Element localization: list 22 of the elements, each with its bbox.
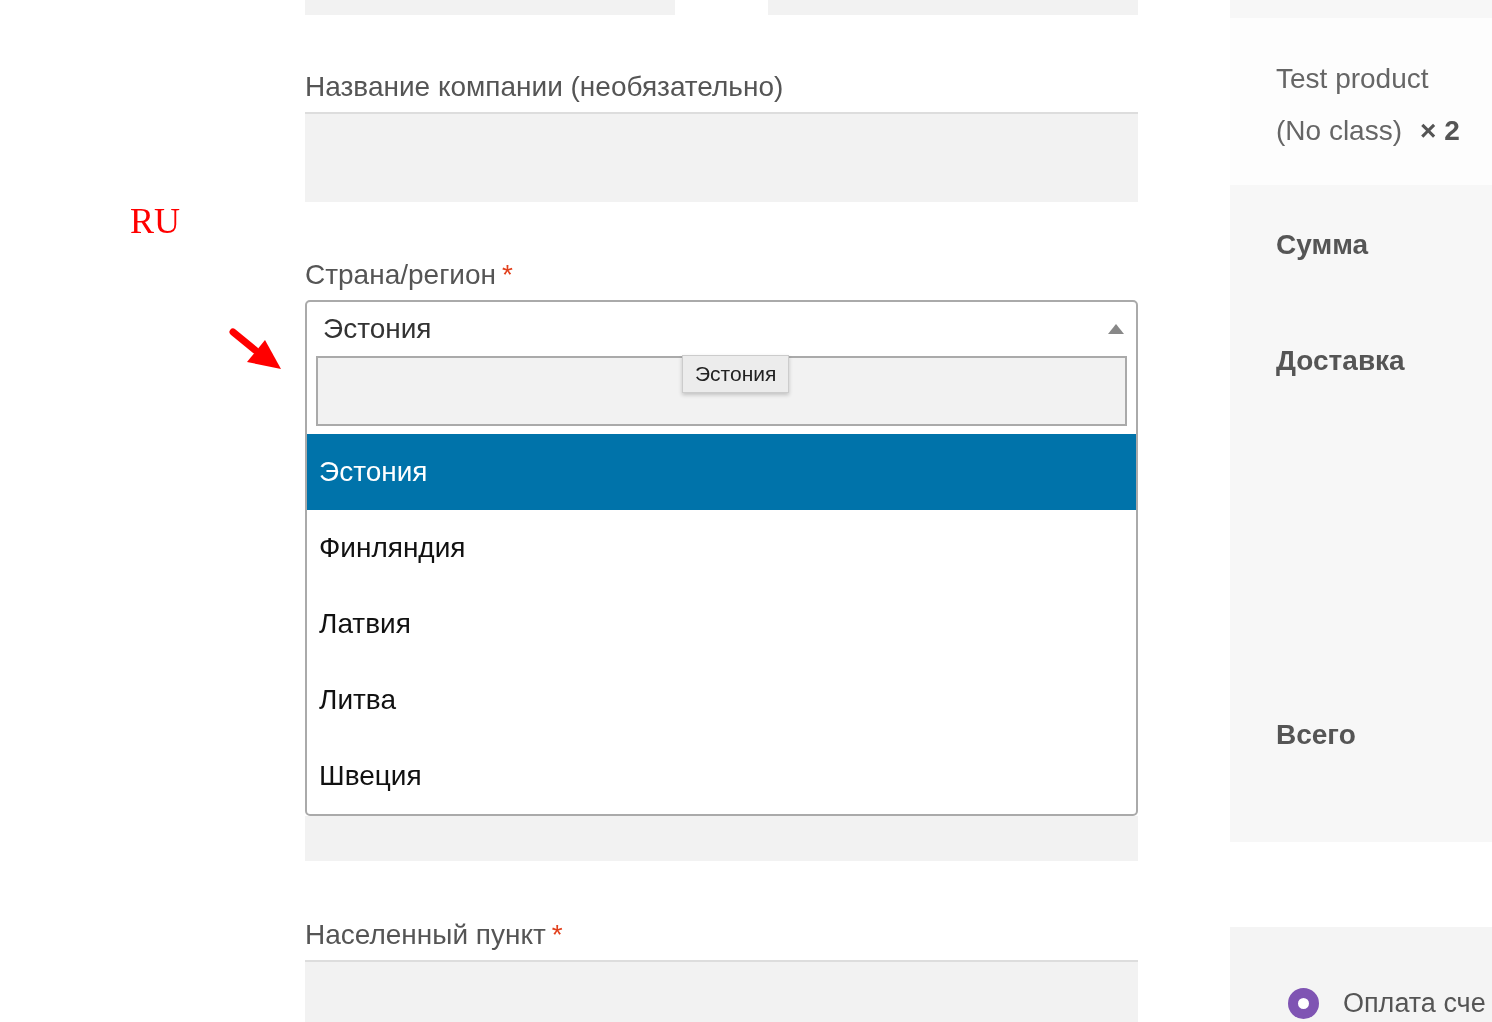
total-label: Всего	[1276, 718, 1357, 752]
search-field[interactable]: Эстония	[316, 356, 1127, 426]
dropdown-option[interactable]: Финляндия	[307, 510, 1136, 586]
dropdown-option[interactable]: Литва	[307, 662, 1136, 738]
total-label: Сумма	[1276, 228, 1370, 262]
dropdown-option[interactable]: Латвия	[307, 586, 1136, 662]
selected-value: Эстония	[323, 312, 432, 346]
product-name: Test product	[1276, 62, 1430, 96]
annotation-label: RU	[130, 203, 180, 239]
required-mark: *	[551, 919, 563, 950]
field-label: Название компании (необязательно)	[305, 71, 784, 102]
payment-method-label[interactable]: Оплата сче	[1343, 983, 1486, 1022]
product-quantity: × 2	[1420, 115, 1460, 146]
product-variant: (No class)	[1276, 115, 1402, 146]
field-label: Населенный пункт	[305, 919, 546, 950]
dropdown-option[interactable]: Эстония	[307, 434, 1136, 510]
dropdown-option[interactable]: Швеция	[307, 738, 1136, 814]
tooltip: Эстония	[682, 355, 790, 393]
total-label: Доставка	[1276, 344, 1406, 378]
select-dropdown[interactable]: Эстония Эстония Эстония Финляндия Латвия Литва Швеция	[305, 300, 1138, 816]
required-mark: *	[502, 259, 513, 290]
field-label: Страна/регион	[305, 259, 497, 290]
